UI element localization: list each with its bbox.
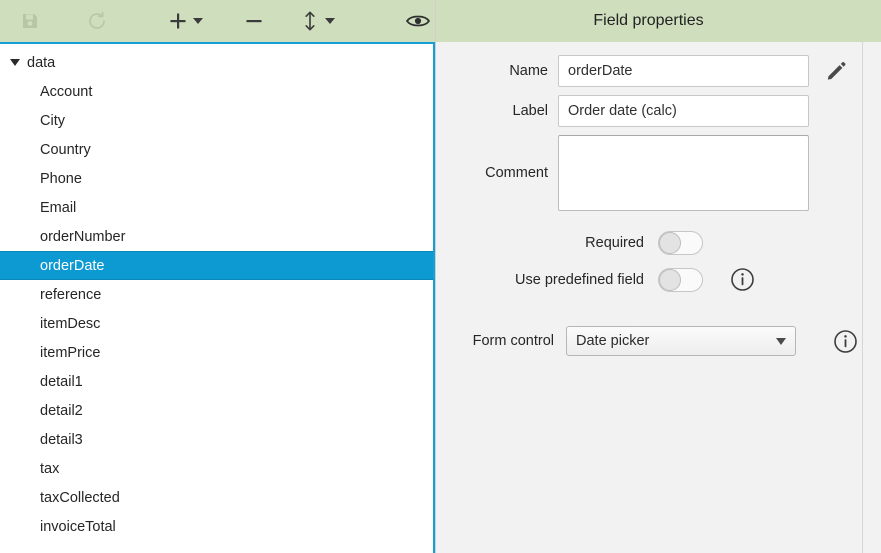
edit-name-slot [811, 59, 861, 83]
preview-button[interactable] [401, 4, 435, 38]
tree-item-label: City [40, 112, 65, 129]
tree-item-detail2[interactable]: detail2 [0, 396, 433, 425]
form-control-label: Form control [472, 333, 554, 349]
tree-item-label: detail1 [40, 373, 83, 390]
tree-item-email[interactable]: Email [0, 193, 433, 222]
form-control-select[interactable]: Date picker [566, 326, 796, 356]
tree-item-label: reference [40, 286, 102, 303]
panel-title-bar: Field properties [436, 0, 881, 42]
expand-collapse-triangle-icon[interactable] [10, 59, 20, 66]
toggle-knob [659, 268, 681, 291]
save-icon [20, 11, 40, 31]
fields-toolbar [0, 0, 435, 42]
toggle-knob [659, 232, 681, 254]
tree-item-city[interactable]: City [0, 106, 433, 135]
form-control-info-button[interactable] [833, 329, 858, 354]
right-scrollbar-track[interactable] [862, 42, 881, 553]
tree-item-label: Email [40, 199, 77, 216]
properties-form: Name Label [436, 42, 861, 553]
use-predefined-field-info-button[interactable] [730, 267, 755, 292]
move-button[interactable] [296, 4, 339, 38]
save-button[interactable] [16, 4, 44, 38]
tree-item-label: detail2 [40, 402, 83, 419]
fields-tree[interactable]: data Account City Country Phone Email or… [0, 42, 435, 553]
label-input[interactable] [558, 95, 809, 127]
tree-item-itemdesc[interactable]: itemDesc [0, 309, 433, 338]
pencil-icon [824, 59, 848, 83]
refresh-icon [86, 10, 108, 32]
tree-item-label: Country [40, 141, 91, 158]
tree-item-ordernumber[interactable]: orderNumber [0, 222, 433, 251]
chevron-down-icon[interactable] [776, 337, 786, 345]
up-down-arrow-icon [300, 10, 320, 32]
form-control-info-slot [814, 329, 876, 354]
use-predefined-field-info-slot [711, 267, 773, 292]
tree-item-label: taxCollected [40, 489, 120, 506]
tree-item-label: Account [40, 83, 93, 100]
add-dropdown-caret-icon[interactable] [192, 18, 203, 24]
fields-pane: data Account City Country Phone Email or… [0, 0, 435, 553]
tree-item-tax[interactable]: tax [0, 454, 433, 483]
refresh-button[interactable] [82, 4, 112, 38]
comment-row: Comment [436, 135, 861, 211]
add-button[interactable] [164, 4, 207, 38]
field-designer-window: data Account City Country Phone Email or… [0, 0, 881, 553]
tree-item-phone[interactable]: Phone [0, 164, 433, 193]
tree-item-label: detail3 [40, 431, 83, 448]
name-row: Name [436, 55, 861, 87]
remove-button[interactable] [240, 4, 268, 38]
tree-item-orderdate[interactable]: orderDate [0, 251, 433, 280]
tree-item-taxcollected[interactable]: taxCollected [0, 483, 433, 512]
tree-root-data[interactable]: data [0, 48, 433, 77]
edit-name-button[interactable] [824, 59, 848, 83]
tree-item-label: orderDate [40, 257, 105, 274]
name-label: Name [509, 63, 548, 79]
fields-tree-list: data Account City Country Phone Email or… [0, 44, 433, 541]
tree-item-country[interactable]: Country [0, 135, 433, 164]
info-circle-icon [833, 329, 858, 354]
tree-item-account[interactable]: Account [0, 77, 433, 106]
use-predefined-field-label: Use predefined field [515, 271, 644, 288]
tree-item-invoicetotal[interactable]: invoiceTotal [0, 512, 433, 541]
info-circle-icon [730, 267, 755, 292]
tree-item-label: orderNumber [40, 228, 126, 245]
plus-icon [168, 11, 188, 31]
label-label: Label [512, 103, 548, 119]
tree-item-detail1[interactable]: detail1 [0, 367, 433, 396]
tree-item-label: itemPrice [40, 344, 101, 361]
required-label: Required [585, 235, 644, 251]
tree-root-label: data [27, 54, 56, 71]
tree-item-label: tax [40, 460, 60, 477]
name-input[interactable] [558, 55, 809, 87]
use-predefined-field-toggle[interactable] [658, 267, 703, 292]
minus-icon [244, 11, 264, 31]
comment-label: Comment [485, 165, 548, 181]
tree-item-itemprice[interactable]: itemPrice [0, 338, 433, 367]
tree-item-label: invoiceTotal [40, 518, 116, 535]
tree-item-label: Phone [40, 170, 82, 187]
form-control-selected-value: Date picker [576, 333, 650, 349]
use-predefined-field-row: Use predefined field [436, 267, 861, 292]
comment-input[interactable] [558, 135, 809, 211]
label-row: Label [436, 95, 861, 127]
required-toggle[interactable] [658, 231, 703, 255]
required-row: Required [436, 231, 861, 255]
page-title: Field properties [593, 12, 704, 29]
tree-item-detail3[interactable]: detail3 [0, 425, 433, 454]
move-dropdown-caret-icon[interactable] [325, 18, 336, 24]
tree-item-label: itemDesc [40, 315, 101, 332]
eye-icon [405, 11, 431, 31]
form-control-row: Form control Date picker [436, 326, 861, 356]
tree-item-reference[interactable]: reference [0, 280, 433, 309]
field-properties-pane: Field properties Name orderDate Label Or… [435, 0, 881, 553]
